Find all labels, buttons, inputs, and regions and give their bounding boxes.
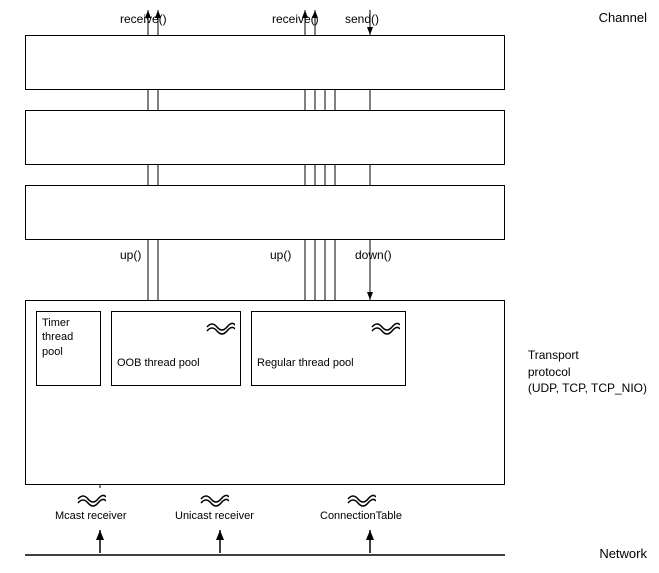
channel-label: Channel (599, 10, 647, 25)
receive1-label: receive() (120, 12, 167, 26)
transport-label: Transport protocol (UDP, TCP, TCP_NIO) (528, 330, 647, 397)
mcast-receiver-label: Mcast receiver (55, 490, 127, 522)
send1-label: send() (345, 12, 379, 26)
receive2-label: receive() (272, 12, 319, 26)
timer-label: Timer thread pool (37, 312, 100, 363)
regular-thread-pool-box: Regular thread pool (251, 311, 406, 386)
up1-label: up() (120, 248, 141, 262)
diagram-container: Channel receive() receive() send() up() … (0, 0, 659, 573)
oob-label: OOB thread pool (112, 352, 240, 374)
transport-box: Timer thread pool OOB thread pool Regula… (25, 300, 505, 485)
protocol-box-3 (25, 185, 505, 240)
regular-label: Regular thread pool (252, 352, 405, 374)
protocol-box-1 (25, 35, 505, 90)
connection-table-label: ConnectionTable (320, 490, 402, 522)
unicast-receiver-label: Unicast receiver (175, 490, 254, 522)
protocol-box-2 (25, 110, 505, 165)
network-label: Network (599, 546, 647, 561)
up2-label: up() (270, 248, 291, 262)
oob-thread-pool-box: OOB thread pool (111, 311, 241, 386)
timer-thread-pool-box: Timer thread pool (36, 311, 101, 386)
down1-label: down() (355, 248, 392, 262)
